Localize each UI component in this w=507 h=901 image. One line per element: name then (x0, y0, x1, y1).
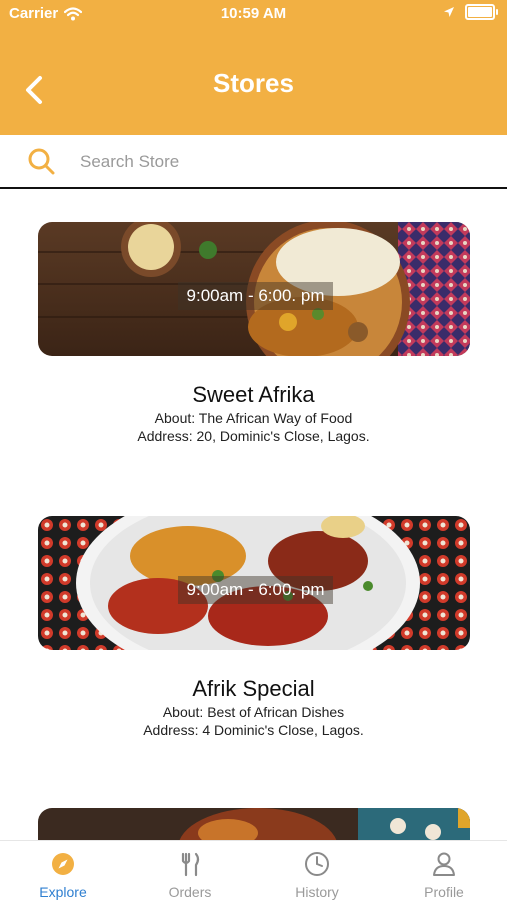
store-hours: 9:00am - 6:00. pm (178, 576, 333, 604)
compass-icon (52, 853, 74, 875)
tab-profile[interactable]: Profile (381, 841, 507, 901)
battery-icon (465, 4, 498, 20)
tab-orders[interactable]: Orders (127, 841, 253, 901)
status-time: 10:59 AM (220, 5, 287, 22)
location-arrow-icon (444, 7, 454, 17)
store-image[interactable] (38, 808, 470, 840)
search-input[interactable] (78, 145, 482, 179)
tab-explore[interactable]: Explore (0, 841, 126, 901)
store-about: About: The African Way of Food (154, 410, 353, 426)
person-icon (433, 852, 455, 876)
utensils-icon (181, 852, 200, 877)
tab-label: Profile (424, 884, 464, 900)
page-title: Stores (213, 68, 294, 98)
store-name: Sweet Afrika (192, 382, 315, 407)
store-address: Address: 4 Dominic's Close, Lagos. (143, 722, 364, 738)
store-card[interactable]: 9:00am - 6:00. pm Afrik Special About: B… (0, 516, 507, 746)
status-bar: Carrier 10:59 AM (0, 0, 507, 28)
tab-label: Orders (168, 884, 212, 900)
tab-bar: Explore Orders History Profile (0, 840, 507, 901)
store-card[interactable]: 9:00am - 6:00. pm Sweet Afrika About: Th… (0, 222, 507, 452)
clock-icon (305, 852, 329, 876)
store-card[interactable] (0, 808, 507, 840)
tab-label: History (295, 884, 339, 900)
store-about: About: Best of African Dishes (162, 704, 345, 720)
store-address: Address: 20, Dominic's Close, Lagos. (137, 428, 370, 444)
store-name: Afrik Special (192, 676, 315, 701)
search-bar (0, 135, 507, 189)
status-right (443, 4, 498, 20)
tab-history[interactable]: History (254, 841, 380, 901)
food-photo (38, 808, 470, 840)
store-hours: 9:00am - 6:00. pm (178, 282, 333, 310)
store-image[interactable]: 9:00am - 6:00. pm (38, 222, 470, 356)
app-header: Carrier 10:59 AM Stores (0, 0, 507, 135)
store-image[interactable]: 9:00am - 6:00. pm (38, 516, 470, 650)
search-icon (28, 148, 55, 175)
tab-label: Explore (39, 884, 87, 900)
